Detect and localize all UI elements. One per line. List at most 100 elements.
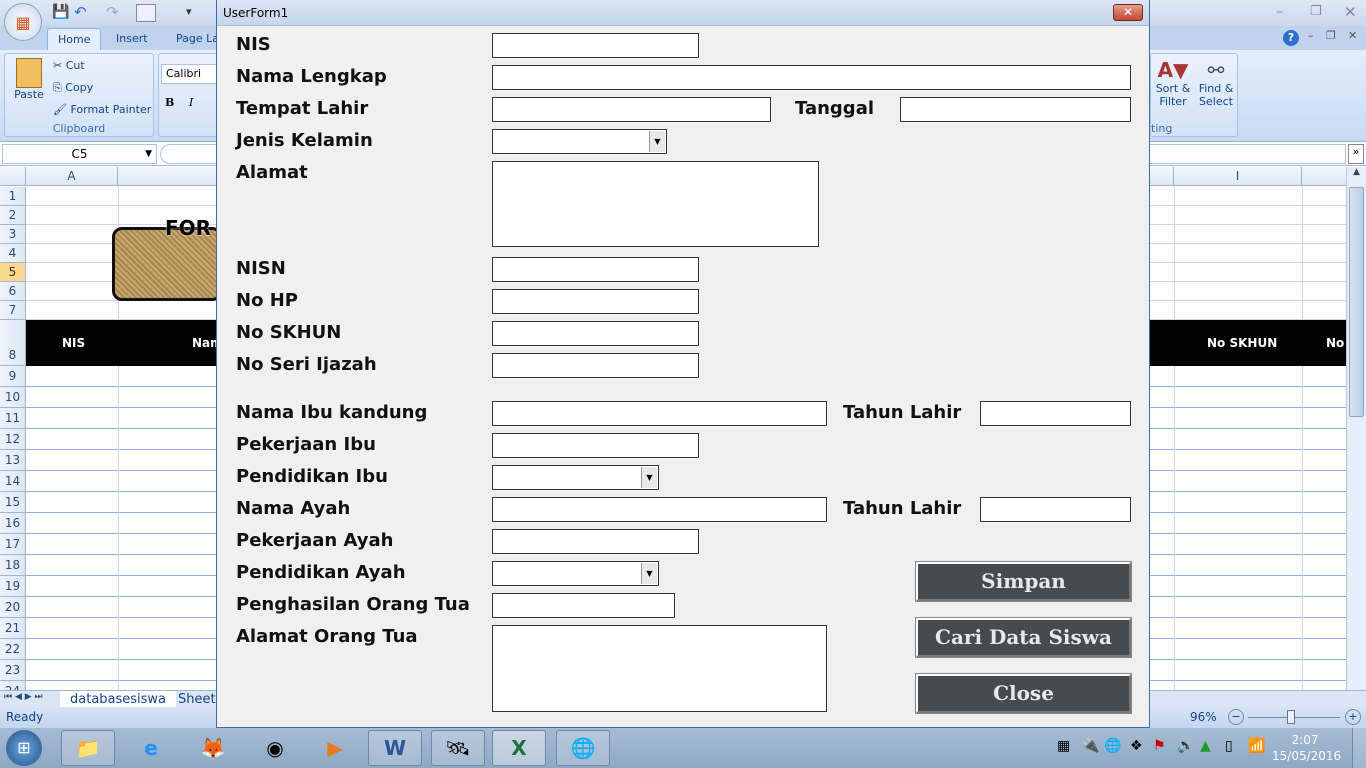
row-header[interactable]: 7 bbox=[0, 301, 26, 320]
column-header-a[interactable]: A bbox=[26, 167, 118, 186]
name-box[interactable]: C5 ▼ bbox=[2, 144, 157, 164]
pekerjaan-ayah-input[interactable] bbox=[492, 529, 699, 554]
tab-home[interactable]: Home bbox=[47, 28, 102, 50]
zoom-in-icon[interactable]: + bbox=[1345, 709, 1361, 725]
nama-ibu-input[interactable] bbox=[492, 401, 827, 426]
alamat-input[interactable] bbox=[492, 161, 819, 247]
network-icon[interactable]: 📶 bbox=[1248, 738, 1265, 754]
dropbox-icon[interactable]: ❖ bbox=[1130, 738, 1143, 754]
avg-icon[interactable]: ▦ bbox=[1057, 738, 1070, 754]
cut-button[interactable]: ✂ Cut bbox=[53, 59, 85, 72]
green-triangle-icon[interactable]: ▲ bbox=[1200, 738, 1211, 754]
tool-taskbar-icon[interactable]: 🛰 bbox=[431, 730, 485, 766]
action-center-icon[interactable]: ⚑ bbox=[1153, 738, 1166, 754]
format-painter-button[interactable]: 🖌 Format Painter bbox=[53, 103, 151, 116]
ie-taskbar-icon[interactable]: e bbox=[124, 730, 178, 766]
usb-icon[interactable]: 🔌 bbox=[1082, 738, 1099, 754]
row-header[interactable]: 8 bbox=[0, 320, 26, 366]
no-hp-input[interactable] bbox=[492, 289, 699, 314]
row-header[interactable]: 13 bbox=[0, 450, 26, 471]
download-manager-taskbar-icon[interactable]: 🌐 bbox=[556, 730, 610, 766]
pendidikan-ayah-dropdown[interactable]: ▼ bbox=[492, 561, 659, 586]
chevron-down-icon[interactable]: ▼ bbox=[641, 563, 657, 584]
save-icon[interactable]: 💾 bbox=[52, 4, 69, 20]
no-seri-ijazah-input[interactable] bbox=[492, 353, 699, 378]
tanggal-input[interactable] bbox=[900, 97, 1131, 122]
row-header[interactable]: 18 bbox=[0, 555, 26, 576]
office-button[interactable]: ▦ bbox=[4, 3, 42, 41]
redo-icon[interactable]: ↷ bbox=[106, 3, 119, 21]
row-header[interactable]: 5 bbox=[0, 263, 26, 282]
select-all[interactable] bbox=[0, 167, 26, 186]
find-select-button[interactable]: ⚯ Find & Select bbox=[1195, 58, 1237, 108]
pekerjaan-ibu-input[interactable] bbox=[492, 433, 699, 458]
show-desktop-button[interactable] bbox=[1352, 728, 1366, 768]
tahun-lahir-ibu-input[interactable] bbox=[980, 401, 1131, 426]
start-button[interactable]: ⊞ bbox=[6, 730, 42, 766]
paste-button[interactable]: Paste bbox=[11, 58, 47, 101]
tempat-lahir-input[interactable] bbox=[492, 97, 771, 122]
ribbon-restore[interactable]: ❐ bbox=[1326, 29, 1336, 42]
italic-button[interactable]: I bbox=[189, 96, 193, 109]
expand-formula-bar-icon[interactable]: » bbox=[1348, 144, 1364, 164]
tahun-lahir-ayah-input[interactable] bbox=[980, 497, 1131, 522]
zoom-slider-thumb[interactable] bbox=[1287, 710, 1295, 724]
window-restore[interactable]: ❐ bbox=[1310, 4, 1322, 19]
chevron-down-icon[interactable]: ▼ bbox=[641, 467, 657, 488]
nisn-input[interactable] bbox=[492, 257, 699, 282]
ribbon-close[interactable]: ✕ bbox=[1348, 29, 1357, 42]
media-player-taskbar-icon[interactable]: ▶ bbox=[308, 730, 362, 766]
row-header[interactable]: 17 bbox=[0, 534, 26, 555]
column-header[interactable] bbox=[118, 167, 218, 186]
chevron-down-icon[interactable]: ▼ bbox=[649, 131, 665, 152]
vertical-scrollbar[interactable]: ▲ bbox=[1346, 167, 1366, 690]
userform-close-icon[interactable]: ✕ bbox=[1113, 4, 1143, 21]
close-button[interactable]: Close bbox=[916, 674, 1131, 713]
row-header[interactable]: 15 bbox=[0, 492, 26, 513]
chrome-taskbar-icon[interactable]: ◉ bbox=[248, 730, 302, 766]
bold-button[interactable]: B bbox=[165, 96, 174, 109]
nis-input[interactable] bbox=[492, 33, 699, 58]
sort-filter-button[interactable]: A▼ Sort & Filter bbox=[1153, 58, 1193, 108]
tab-insert[interactable]: Insert bbox=[106, 28, 158, 50]
simpan-button[interactable]: Simpan bbox=[916, 562, 1131, 601]
word-taskbar-icon[interactable]: W bbox=[368, 730, 422, 766]
undo-icon[interactable]: ↶ bbox=[74, 3, 87, 21]
column-header-i[interactable]: I bbox=[1174, 167, 1302, 186]
ribbon-minimize[interactable]: – bbox=[1308, 29, 1314, 42]
row-header[interactable]: 16 bbox=[0, 513, 26, 534]
row-header[interactable]: 22 bbox=[0, 639, 26, 660]
sheet-tab-databasesiswa[interactable]: databasesiswa bbox=[60, 691, 177, 708]
row-header[interactable]: 4 bbox=[0, 244, 26, 263]
row-header[interactable]: 2 bbox=[0, 206, 26, 225]
nama-lengkap-input[interactable] bbox=[492, 65, 1131, 90]
clock[interactable]: 2:07 15/05/2016 bbox=[1272, 732, 1341, 764]
explorer-taskbar-icon[interactable]: 📁 bbox=[61, 730, 115, 766]
row-header[interactable]: 9 bbox=[0, 366, 26, 387]
window-minimize[interactable]: – bbox=[1276, 4, 1283, 20]
cari-data-siswa-button[interactable]: Cari Data Siswa bbox=[916, 618, 1131, 657]
print-preview-icon[interactable] bbox=[136, 4, 156, 22]
row-header[interactable]: 12 bbox=[0, 429, 26, 450]
penghasilan-input[interactable] bbox=[492, 593, 675, 618]
row-header[interactable]: 1 bbox=[0, 187, 26, 206]
alamat-ortu-input[interactable] bbox=[492, 625, 827, 712]
jenis-kelamin-dropdown[interactable]: ▼ bbox=[492, 129, 667, 154]
help-icon[interactable]: ? bbox=[1283, 30, 1299, 46]
row-header[interactable]: 21 bbox=[0, 618, 26, 639]
customize-toolbar-icon[interactable]: ▾ bbox=[186, 5, 192, 18]
row-header[interactable]: 23 bbox=[0, 660, 26, 681]
row-header[interactable]: 10 bbox=[0, 387, 26, 408]
volume-icon[interactable]: 🔊 bbox=[1177, 738, 1194, 754]
no-skhun-input[interactable] bbox=[492, 321, 699, 346]
nama-ayah-input[interactable] bbox=[492, 497, 827, 522]
column-header[interactable] bbox=[1150, 167, 1174, 186]
row-header[interactable]: 19 bbox=[0, 576, 26, 597]
font-name-box[interactable]: Calibri bbox=[161, 64, 221, 84]
excel-taskbar-icon[interactable]: X bbox=[492, 730, 546, 766]
zoom-out-icon[interactable]: − bbox=[1228, 709, 1244, 725]
sheet-nav-arrows[interactable]: ⏮ ◀ ▶ ⏭ bbox=[4, 692, 43, 702]
scroll-up-arrow[interactable]: ▲ bbox=[1347, 167, 1366, 185]
window-close[interactable]: ✕ bbox=[1344, 3, 1357, 21]
row-header[interactable]: 3 bbox=[0, 225, 26, 244]
